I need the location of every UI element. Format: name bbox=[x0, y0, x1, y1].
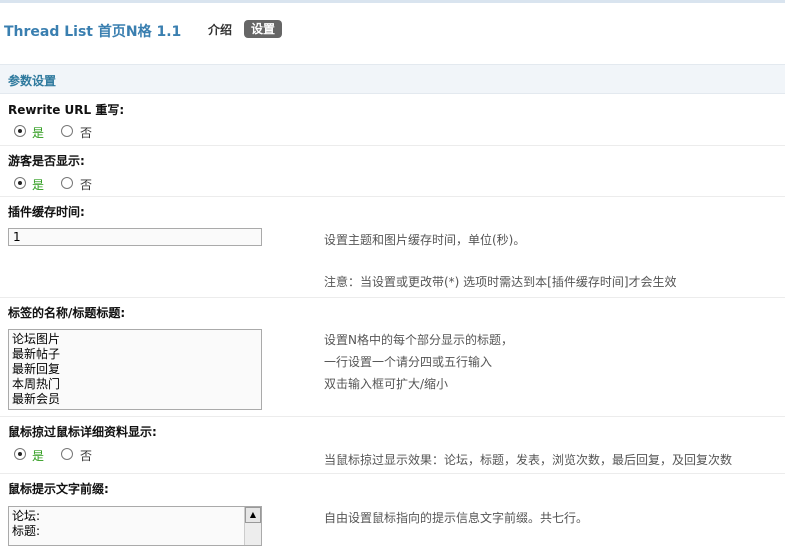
hover-yes-radio[interactable] bbox=[14, 448, 26, 460]
section-header: 参数设置 bbox=[0, 64, 785, 94]
guest-no-label[interactable]: 否 bbox=[80, 176, 92, 193]
hover-no-radio[interactable] bbox=[61, 448, 73, 460]
textarea-line: 本周热门 bbox=[12, 377, 61, 391]
divider bbox=[0, 297, 785, 298]
textarea-line: 论坛: bbox=[12, 509, 41, 523]
tab-titles-hint-3: 双击输入框可扩大/缩小 bbox=[324, 377, 449, 391]
cache-label: 插件缓存时间: bbox=[8, 205, 85, 219]
scroll-up-arrow-icon[interactable]: ▲ bbox=[245, 507, 261, 523]
hover-no-label[interactable]: 否 bbox=[80, 447, 92, 464]
textarea-line: 最新会员 bbox=[12, 392, 61, 406]
top-border bbox=[0, 0, 785, 3]
guest-yes-radio[interactable] bbox=[14, 177, 26, 189]
divider bbox=[0, 473, 785, 474]
tab-titles-hint-1: 设置N格中的每个部分显示的标题， bbox=[324, 333, 513, 347]
prefix-hint: 自由设置鼠标指向的提示信息文字前缀。共七行。 bbox=[324, 511, 589, 525]
rewrite-yes-label[interactable]: 是 bbox=[32, 124, 44, 141]
hover-yes-label[interactable]: 是 bbox=[32, 447, 44, 464]
textarea-line: 最新回复 bbox=[12, 362, 61, 376]
prefix-textarea[interactable]: 论坛: 标题: ▲ bbox=[8, 506, 262, 546]
guest-yes-label[interactable]: 是 bbox=[32, 176, 44, 193]
section-title: 参数设置 bbox=[8, 74, 57, 88]
tab-titles-label: 标签的名称/标题标题: bbox=[8, 306, 126, 320]
page-header: Thread List 首页N格 1.1 介绍 设置 bbox=[0, 10, 785, 50]
divider bbox=[0, 196, 785, 197]
divider bbox=[0, 416, 785, 417]
guest-no-radio[interactable] bbox=[61, 177, 73, 189]
tab-intro[interactable]: 介绍 bbox=[208, 21, 232, 38]
divider bbox=[0, 145, 785, 146]
tab-settings[interactable]: 设置 bbox=[244, 20, 283, 38]
cache-time-input[interactable]: 1 bbox=[8, 228, 262, 246]
textarea-line: 最新帖子 bbox=[12, 347, 61, 361]
plugin-title: Thread List 首页N格 1.1 bbox=[4, 24, 182, 40]
textarea-line: 论坛图片 bbox=[12, 332, 61, 346]
textarea-line: 标题: bbox=[12, 524, 41, 538]
cache-hint: 设置主题和图片缓存时间，单位(秒)。 bbox=[324, 233, 526, 247]
rewrite-label: Rewrite URL 重写: bbox=[8, 103, 125, 117]
tab-titles-hint-2: 一行设置一个请分四或五行输入 bbox=[324, 355, 493, 369]
rewrite-no-label[interactable]: 否 bbox=[80, 124, 92, 141]
prefix-label: 鼠标提示文字前缀: bbox=[8, 482, 109, 496]
guest-label: 游客是否显示: bbox=[8, 154, 85, 168]
rewrite-no-radio[interactable] bbox=[61, 125, 73, 137]
hover-hint: 当鼠标掠过显示效果：论坛，标题，发表，浏览次数，最后回复，及回复次数 bbox=[324, 453, 733, 467]
cache-note: 注意：当设置或更改带(*) 选项时需达到本[插件缓存时间]才会生效 bbox=[324, 275, 677, 289]
hover-label: 鼠标掠过鼠标详细资料显示: bbox=[8, 425, 157, 439]
tab-titles-textarea[interactable]: 论坛图片 最新帖子 最新回复 本周热门 最新会员 bbox=[8, 329, 262, 410]
textarea-scrollbar[interactable]: ▲ bbox=[244, 507, 261, 545]
rewrite-yes-radio[interactable] bbox=[14, 125, 26, 137]
